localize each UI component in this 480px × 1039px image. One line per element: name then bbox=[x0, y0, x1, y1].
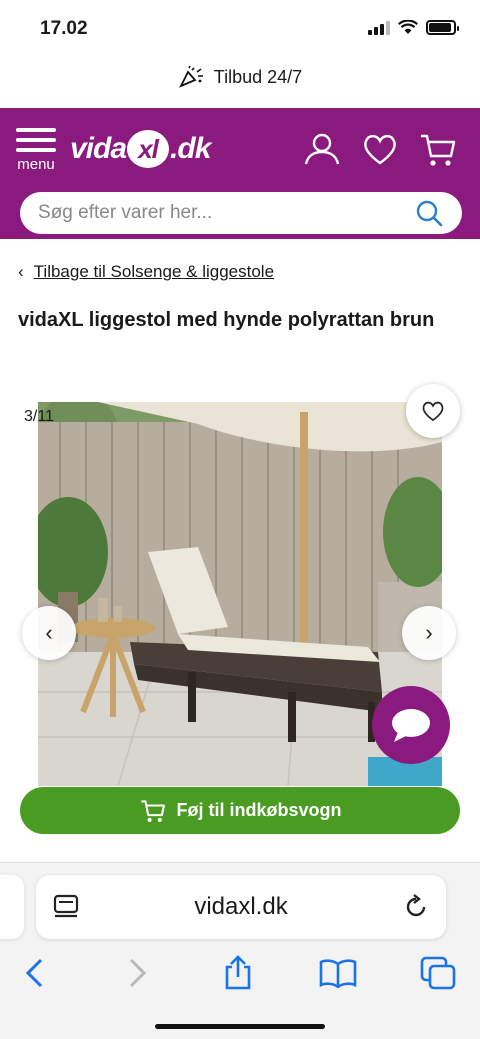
status-icons bbox=[368, 20, 459, 35]
logo-text-right: .dk bbox=[170, 132, 211, 165]
hamburger-icon bbox=[14, 128, 58, 152]
product-gallery[interactable]: 3/11 ‹ › bbox=[0, 384, 480, 786]
share-icon bbox=[225, 955, 251, 990]
logo-text-xl: xl bbox=[127, 130, 170, 168]
cart-icon bbox=[140, 799, 165, 822]
heart-outline-icon bbox=[422, 401, 444, 422]
logo-text-left: vida bbox=[70, 132, 127, 165]
breadcrumb: ‹ Tilbage til Solsenge & liggestole bbox=[18, 262, 274, 282]
previous-tab-peek[interactable] bbox=[0, 875, 24, 939]
status-time: 17.02 bbox=[40, 18, 88, 39]
chat-button[interactable] bbox=[372, 686, 450, 764]
party-popper-icon bbox=[178, 66, 203, 88]
reader-mode-icon[interactable] bbox=[52, 893, 80, 921]
heart-icon[interactable] bbox=[360, 130, 400, 170]
breadcrumb-back-link[interactable]: Tilbage til Solsenge & liggestole bbox=[34, 262, 274, 282]
wishlist-button[interactable] bbox=[406, 384, 460, 438]
chat-bubble-icon bbox=[392, 709, 430, 742]
next-image-button[interactable]: › bbox=[402, 606, 456, 660]
tabs-icon bbox=[420, 956, 456, 990]
menu-label: menu bbox=[17, 156, 55, 173]
promo-text: Tilbud 24/7 bbox=[213, 66, 303, 87]
status-bar: 17.02 bbox=[0, 0, 480, 56]
promo-banner[interactable]: Tilbud 24/7 bbox=[0, 60, 480, 94]
search-icon[interactable] bbox=[414, 198, 444, 228]
battery-icon bbox=[426, 20, 459, 35]
forward-button[interactable] bbox=[118, 953, 158, 993]
search-bar[interactable] bbox=[20, 192, 462, 234]
image-counter: 3/11 bbox=[24, 408, 54, 425]
account-icon[interactable] bbox=[302, 130, 342, 170]
chevron-right-icon: › bbox=[425, 620, 433, 645]
product-title: vidaXL liggestol med hynde polyrattan br… bbox=[18, 309, 435, 331]
url-text: vidaxl.dk bbox=[194, 893, 288, 920]
add-to-cart-button[interactable]: Føj til indkøbsvogn bbox=[20, 787, 460, 834]
menu-button[interactable]: menu bbox=[14, 128, 58, 173]
bookmarks-button[interactable] bbox=[318, 953, 358, 993]
add-to-cart-label: Føj til indkøbsvogn bbox=[176, 800, 342, 820]
back-arrow-icon bbox=[25, 958, 43, 988]
previous-image-button[interactable]: ‹ bbox=[22, 606, 76, 660]
wifi-icon bbox=[398, 20, 418, 34]
chevron-left-icon: ‹ bbox=[18, 262, 24, 281]
search-input[interactable] bbox=[38, 202, 414, 224]
chevron-left-icon: ‹ bbox=[45, 620, 53, 645]
browser-toolbar bbox=[0, 949, 480, 999]
signal-icon bbox=[368, 21, 390, 35]
vidaxl-logo[interactable]: vida xl .dk bbox=[70, 130, 211, 168]
home-indicator[interactable] bbox=[155, 1024, 325, 1029]
book-icon bbox=[319, 959, 357, 988]
browser-chrome: vidaxl.dk bbox=[0, 862, 480, 1039]
address-bar[interactable]: vidaxl.dk bbox=[36, 875, 446, 939]
back-button[interactable] bbox=[14, 953, 54, 993]
share-button[interactable] bbox=[218, 953, 258, 993]
forward-arrow-icon bbox=[129, 958, 147, 988]
tabs-button[interactable] bbox=[418, 953, 458, 993]
reload-icon[interactable] bbox=[402, 893, 430, 921]
site-header: menu vida xl .dk bbox=[0, 108, 480, 239]
cart-icon[interactable] bbox=[418, 130, 458, 170]
